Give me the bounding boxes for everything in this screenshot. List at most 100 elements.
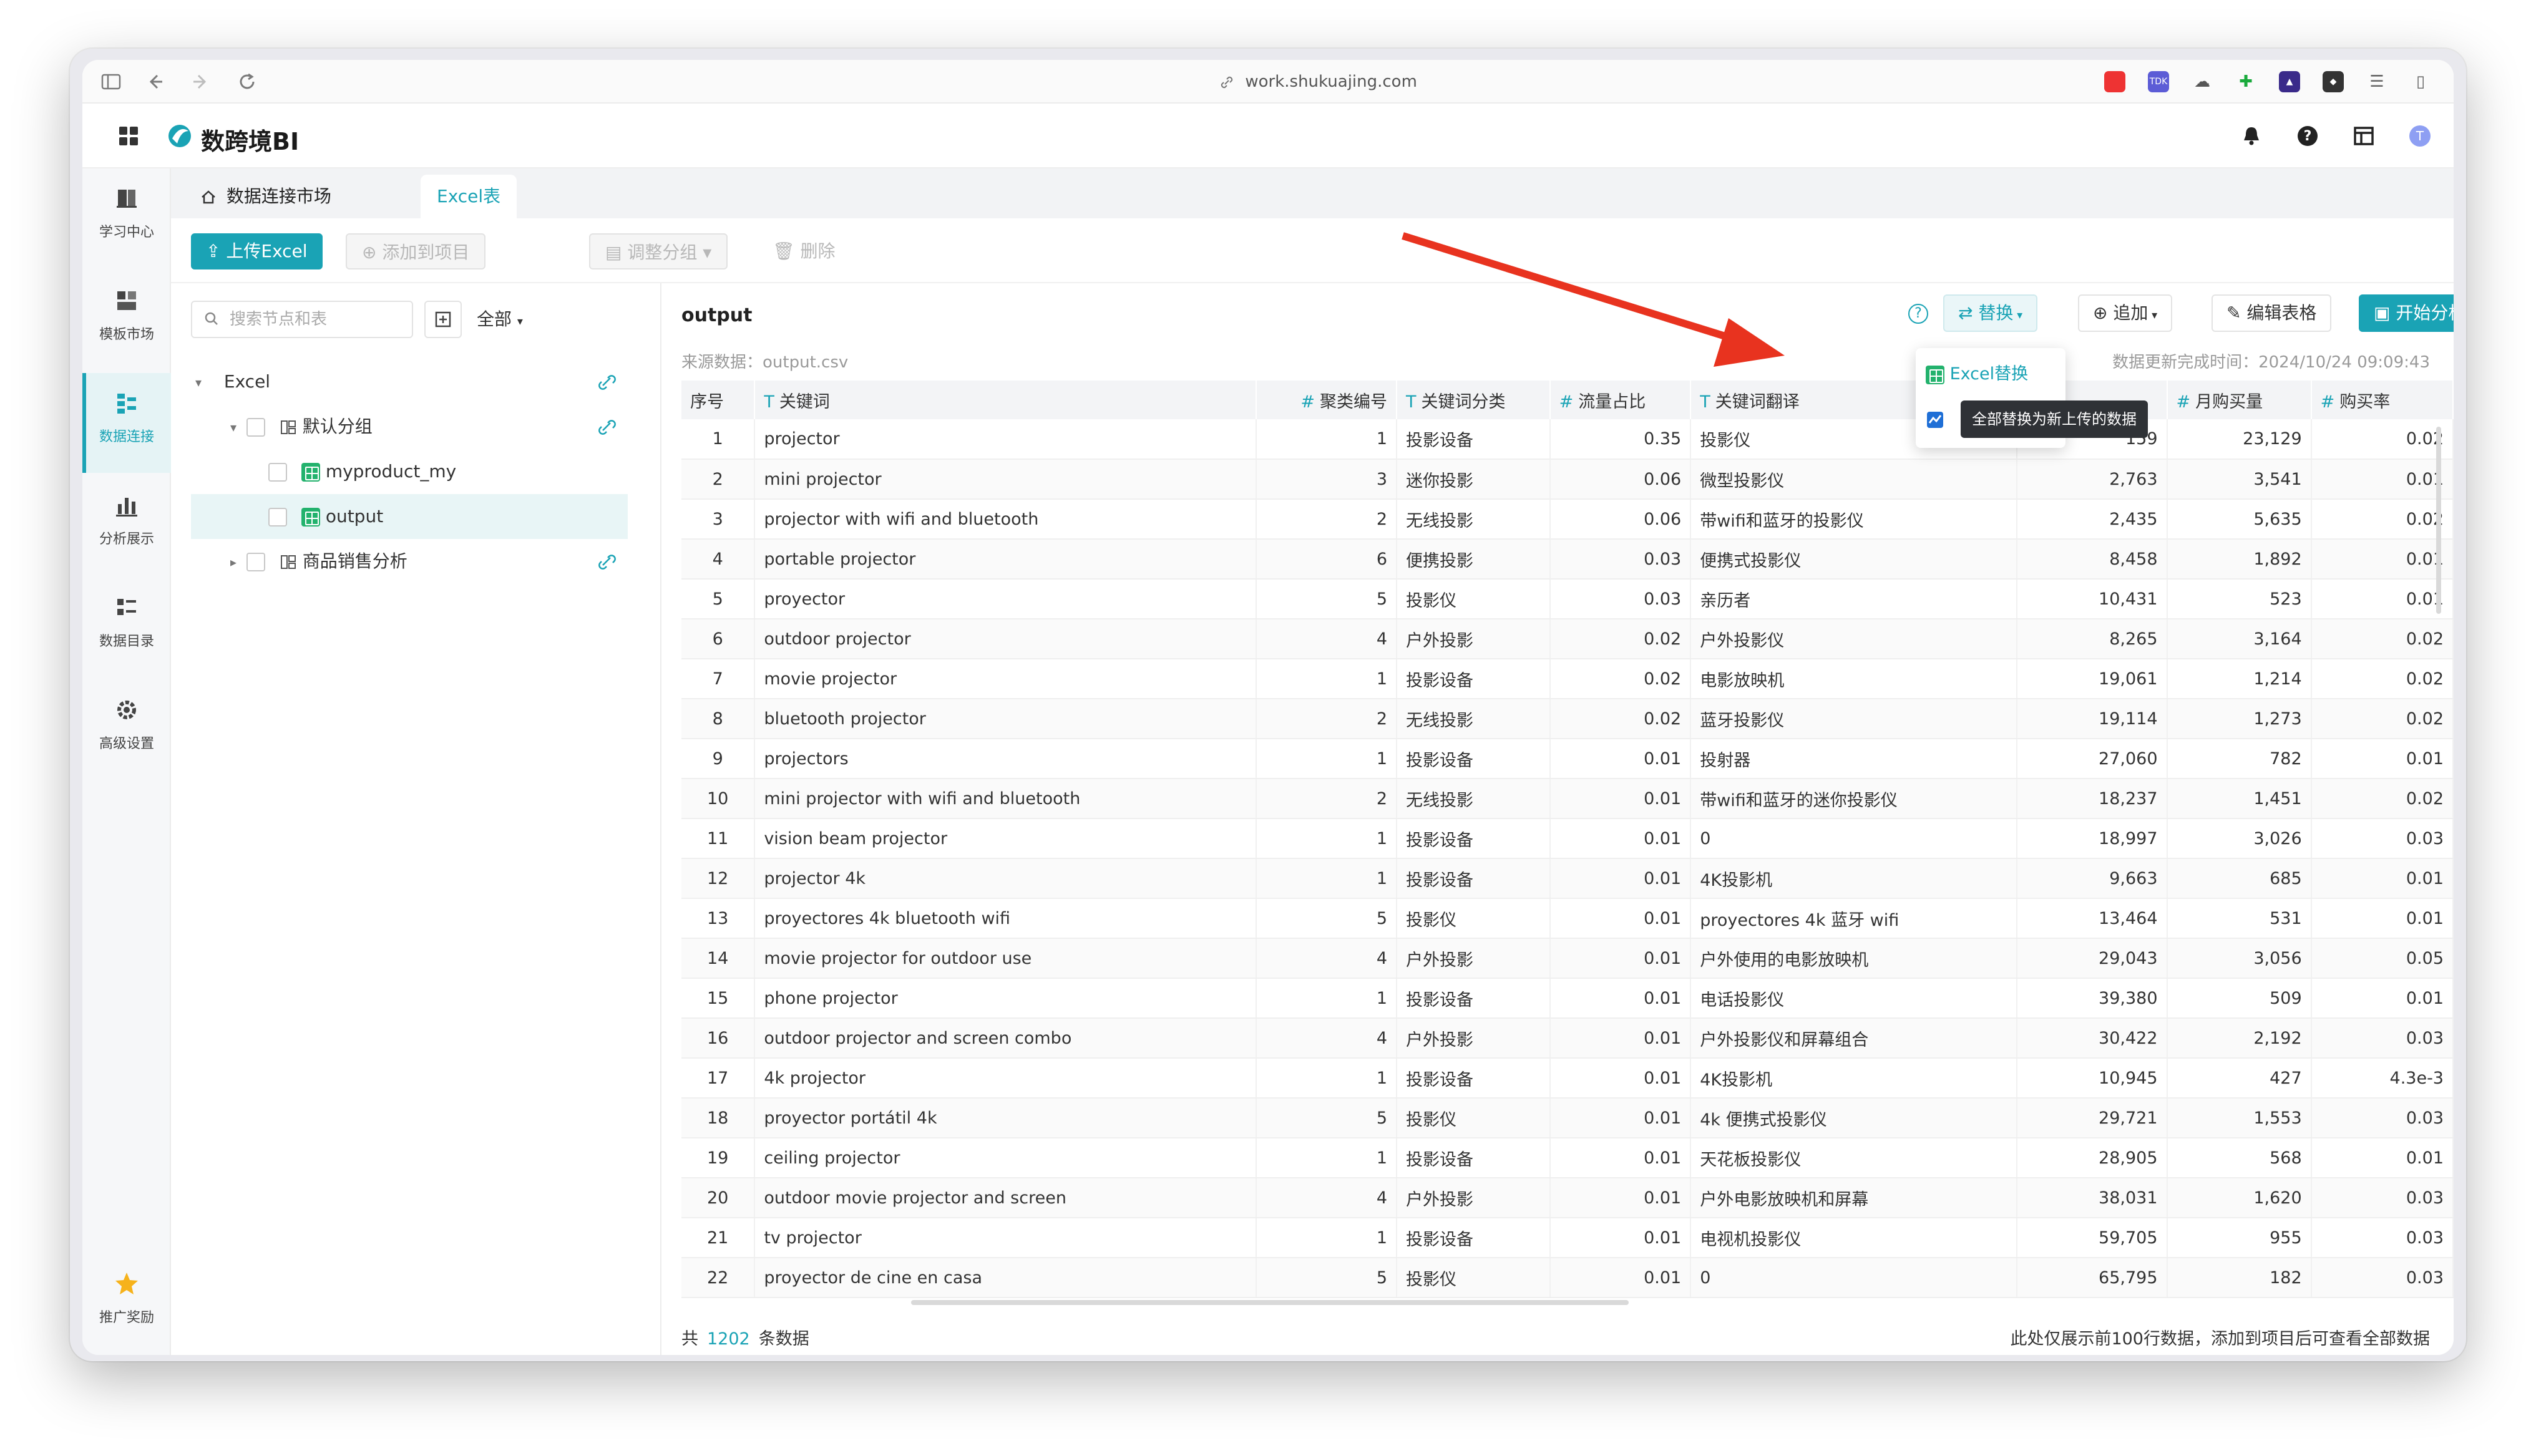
cell-keyword: mini projector with wifi and bluetooth — [754, 779, 1257, 819]
tree-table-myproduct[interactable]: myproduct_my — [191, 449, 628, 494]
tree-group-sales[interactable]: ▸ 商品销售分析 — [191, 539, 628, 584]
caret-right-icon[interactable]: ▸ — [226, 540, 241, 585]
table-row[interactable]: 19 ceiling projector 1 投影设备 0.01 天花板投影仪 28,905… — [681, 1138, 2454, 1178]
nav-learning-center[interactable]: 学习中心 — [82, 168, 171, 268]
extension-shield-icon[interactable]: ◆ — [2323, 71, 2344, 92]
table-row[interactable]: 18 proyector portátil 4k 5 投影仪 0.01 4k 便携式投影仪… — [681, 1098, 2454, 1138]
checkbox[interactable] — [268, 508, 287, 527]
excel-replace-option[interactable]: Excel替换 — [1926, 357, 2028, 392]
number-type-icon: # — [2320, 392, 2335, 412]
cell-index: 2 — [681, 459, 756, 500]
tree-table-output[interactable]: output — [191, 494, 628, 539]
table-row[interactable]: 1 projector 1 投影设备 0.35 投影仪 159 23,129 0.02 — [681, 419, 2454, 460]
cell-keyword: bluetooth projector — [754, 699, 1257, 739]
col-header-monthly-purchases[interactable]: # 月购买量 — [2167, 381, 2312, 419]
apps-grid-icon[interactable] — [117, 125, 140, 147]
tab-data-market[interactable]: 数据连接市场 — [183, 175, 348, 218]
extension-flag-icon[interactable] — [2104, 71, 2125, 92]
extension-cloud-icon[interactable]: ☁ — [2192, 71, 2213, 92]
table-row[interactable]: 15 phone projector 1 投影设备 0.01 电话投影仪 39,380 509… — [681, 978, 2454, 1019]
cell-value: 59,705 — [2016, 1218, 2168, 1258]
replace-all-option[interactable] — [1926, 402, 1944, 437]
upload-excel-button[interactable]: ⇪ 上传Excel — [191, 233, 323, 269]
vertical-scrollbar[interactable] — [2436, 427, 2441, 614]
table-row[interactable]: 17 4k projector 1 投影设备 0.01 4K投影机 10,945 427 4.3… — [681, 1058, 2454, 1099]
nav-promotion-reward[interactable]: 推广奖励 — [82, 1254, 171, 1354]
caret-down-icon[interactable]: ▾ — [191, 360, 206, 405]
table-row[interactable]: 16 outdoor projector and screen combo 4 户外投… — [681, 1018, 2454, 1059]
extension-puzzle-icon[interactable]: ✚ — [2235, 71, 2256, 92]
col-header-traffic[interactable]: # 流量占比 — [1549, 381, 1692, 419]
edit-table-button[interactable]: ✎ 编辑表格 — [2212, 294, 2332, 332]
replace-button[interactable]: ⇄ 替换 ▾ — [1943, 294, 2038, 332]
cell-keyword: proyector de cine en casa — [754, 1258, 1257, 1298]
nav-analysis[interactable]: 分析展示 — [82, 475, 171, 575]
table-row[interactable]: 22 proyector de cine en casa 5 投影仪 0.01 0 65,7… — [681, 1258, 2454, 1298]
add-to-project-button[interactable]: ⊕ 添加到项目 — [346, 233, 486, 269]
caret-down-icon[interactable]: ▾ — [226, 405, 241, 450]
append-button[interactable]: ⊕ 追加 ▾ — [2078, 294, 2173, 332]
checkbox[interactable] — [268, 463, 287, 482]
table-row[interactable]: 13 proyectores 4k bluetooth wifi 5 投影仪 0.01 p… — [681, 898, 2454, 939]
avatar[interactable]: T — [2407, 124, 2432, 148]
checkbox[interactable] — [246, 553, 265, 571]
table-row[interactable]: 5 proyector 5 投影仪 0.03 亲历者 10,431 523 0.01 — [681, 579, 2454, 619]
search-icon — [205, 312, 218, 325]
layout-icon[interactable] — [2351, 124, 2376, 148]
tab-excel[interactable]: Excel表 — [421, 175, 517, 218]
col-header-index[interactable]: 序号 — [681, 381, 756, 419]
filter-select[interactable]: 全部 ▾ — [477, 301, 552, 338]
horizontal-scrollbar[interactable] — [911, 1300, 1629, 1305]
table-row[interactable]: 4 portable projector 6 便携投影 0.03 便携式投影仪 8,458 1… — [681, 539, 2454, 580]
cell-monthly-purchases: 568 — [2167, 1138, 2312, 1178]
split-view-icon[interactable]: ▯ — [2410, 71, 2431, 92]
extension-hat-icon[interactable]: ▲ — [2279, 71, 2300, 92]
extension-tdk-icon[interactable]: TDK — [2148, 71, 2169, 92]
sidebar-toggle-icon[interactable] — [100, 70, 122, 93]
cell-cluster: 6 — [1256, 539, 1398, 580]
table-row[interactable]: 9 projectors 1 投影设备 0.01 投射器 27,060 782 0.01 — [681, 739, 2454, 779]
data-panel: output ? ⇄ 替换 ▾ ⊕ 追加 ▾ ✎ 编辑表格 ▣ 开始分析 来源数… — [661, 283, 2454, 1355]
table-row[interactable]: 3 projector with wifi and bluetooth 2 无线投影 0… — [681, 499, 2454, 540]
forward-icon[interactable] — [190, 70, 212, 93]
table-row[interactable]: 10 mini projector with wifi and bluetooth… — [681, 779, 2454, 819]
bell-icon[interactable] — [2239, 124, 2264, 148]
help-icon[interactable]: ? — [2295, 124, 2320, 148]
cell-translation: 带wifi和蓝牙的迷你投影仪 — [1690, 779, 2017, 819]
address-bar[interactable]: work.shukuajing.com — [1131, 69, 1505, 95]
adjust-group-button[interactable]: ▤ 调整分组 ▾ — [589, 233, 728, 269]
help-circle-icon[interactable]: ? — [1908, 304, 1928, 324]
nav-data-catalog[interactable]: 数据目录 — [82, 578, 171, 677]
col-header-category[interactable]: T 关键词分类 — [1397, 381, 1551, 419]
connector-icon[interactable] — [598, 418, 617, 437]
nav-advanced-settings[interactable]: 高级设置 — [82, 680, 171, 780]
nav-data-connect[interactable]: 数据连接 — [82, 373, 171, 473]
tree-root-excel[interactable]: ▾ Excel — [191, 359, 628, 404]
table-row[interactable]: 12 projector 4k 1 投影设备 0.01 4K投影机 9,663 685 0.01 — [681, 858, 2454, 899]
table-row[interactable]: 7 movie projector 1 投影设备 0.02 电影放映机 19,061 1,21… — [681, 659, 2454, 699]
col-header-purchase-rate[interactable]: # 购买率 — [2311, 381, 2454, 419]
cell-category: 投影设备 — [1397, 978, 1551, 1019]
start-analysis-button[interactable]: ▣ 开始分析 — [2359, 294, 2454, 332]
tree-group-default[interactable]: ▾ 默认分组 — [191, 404, 628, 449]
col-header-keyword[interactable]: T 关键词 — [754, 381, 1257, 419]
table-row[interactable]: 11 vision beam projector 1 投影设备 0.01 0 18,997 3… — [681, 818, 2454, 859]
checkbox[interactable] — [246, 418, 265, 437]
table-row[interactable]: 8 bluetooth projector 2 无线投影 0.02 蓝牙投影仪 19,114… — [681, 699, 2454, 739]
add-node-button[interactable] — [424, 301, 462, 338]
table-row[interactable]: 2 mini projector 3 迷你投影 0.06 微型投影仪 2,763 3,541 0… — [681, 459, 2454, 500]
back-icon[interactable] — [144, 70, 166, 93]
delete-button[interactable]: 🗑 删除 — [758, 233, 850, 269]
connector-icon[interactable] — [598, 373, 617, 392]
nav-template-market[interactable]: 模板市场 — [82, 271, 171, 371]
cell-cluster: 1 — [1256, 1058, 1398, 1099]
extension-notes-icon[interactable]: ☰ — [2366, 71, 2387, 92]
table-row[interactable]: 20 outdoor movie projector and screen 4 户外投… — [681, 1178, 2454, 1218]
search-input[interactable]: 搜索节点和表 — [191, 301, 413, 338]
table-row[interactable]: 14 movie projector for outdoor use 4 户外投影 0.… — [681, 938, 2454, 979]
table-row[interactable]: 21 tv projector 1 投影设备 0.01 电视机投影仪 59,705 955 0.… — [681, 1218, 2454, 1258]
reload-icon[interactable] — [236, 70, 258, 93]
table-row[interactable]: 6 outdoor projector 4 户外投影 0.02 户外投影仪 8,265 3,1… — [681, 619, 2454, 659]
connector-icon[interactable] — [598, 553, 617, 571]
col-header-cluster[interactable]: # 聚类编号 — [1256, 381, 1398, 419]
